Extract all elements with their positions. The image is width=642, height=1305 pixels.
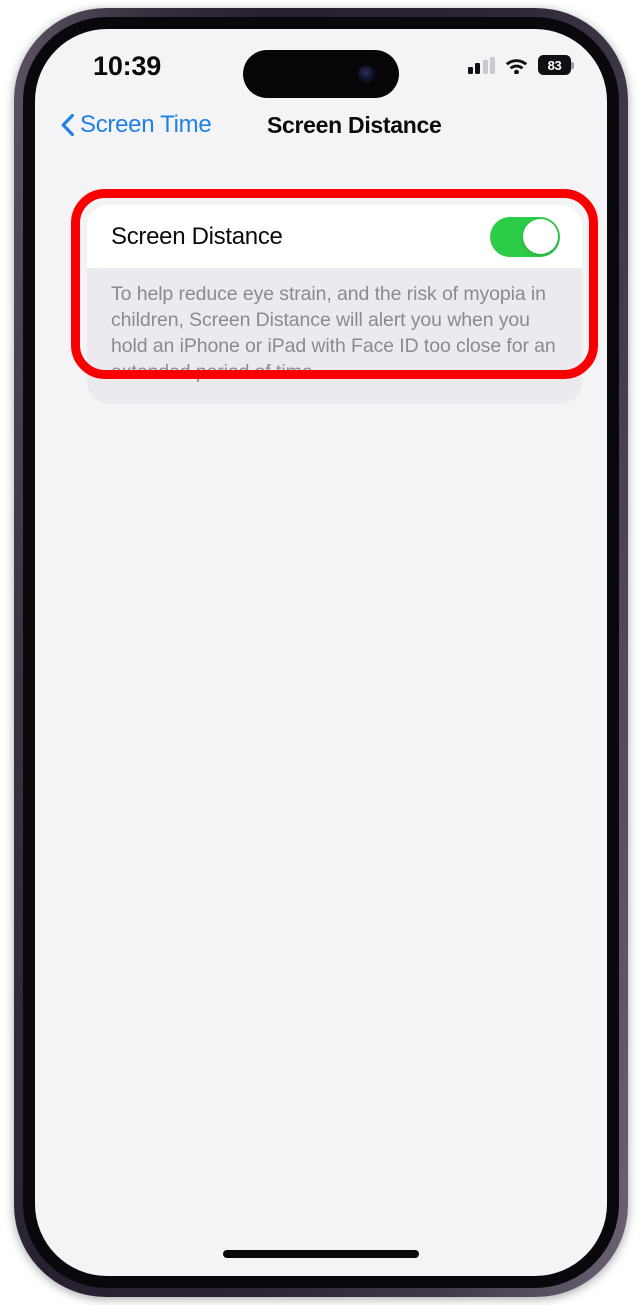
status-bar: 10:39 83 [35,29,607,103]
dynamic-island [243,50,399,98]
battery-percentage: 83 [547,57,562,73]
screen-distance-footer: To help reduce eye strain, and the risk … [87,268,582,404]
screen-distance-setting-card: Screen Distance To help reduce eye strai… [87,205,582,404]
iphone-device-frame: 10:39 83 Screen Time Screen Distance Scr… [14,8,628,1297]
back-button[interactable]: Screen Time [61,111,212,139]
status-bar-indicators: 83 [467,52,574,78]
wifi-icon [504,56,529,75]
cellular-signal-icon [467,56,495,74]
phone-screen: 10:39 83 Screen Time Screen Distance Scr… [35,29,607,1276]
battery-icon: 83 [538,55,574,75]
page-title: Screen Distance [267,112,442,138]
screen-distance-toggle[interactable] [490,216,560,257]
status-bar-clock: 10:39 [93,51,162,81]
home-indicator[interactable] [223,1250,419,1258]
front-camera-dot [358,65,375,83]
screen-distance-label: Screen Distance [111,222,283,250]
navigation-bar: Screen Time Screen Distance [35,103,607,159]
screen-distance-description: To help reduce eye strain, and the risk … [111,283,556,383]
back-button-label: Screen Time [80,111,212,138]
chevron-left-icon [61,113,74,137]
screen-distance-row[interactable]: Screen Distance [87,205,582,268]
toggle-knob [522,219,558,254]
